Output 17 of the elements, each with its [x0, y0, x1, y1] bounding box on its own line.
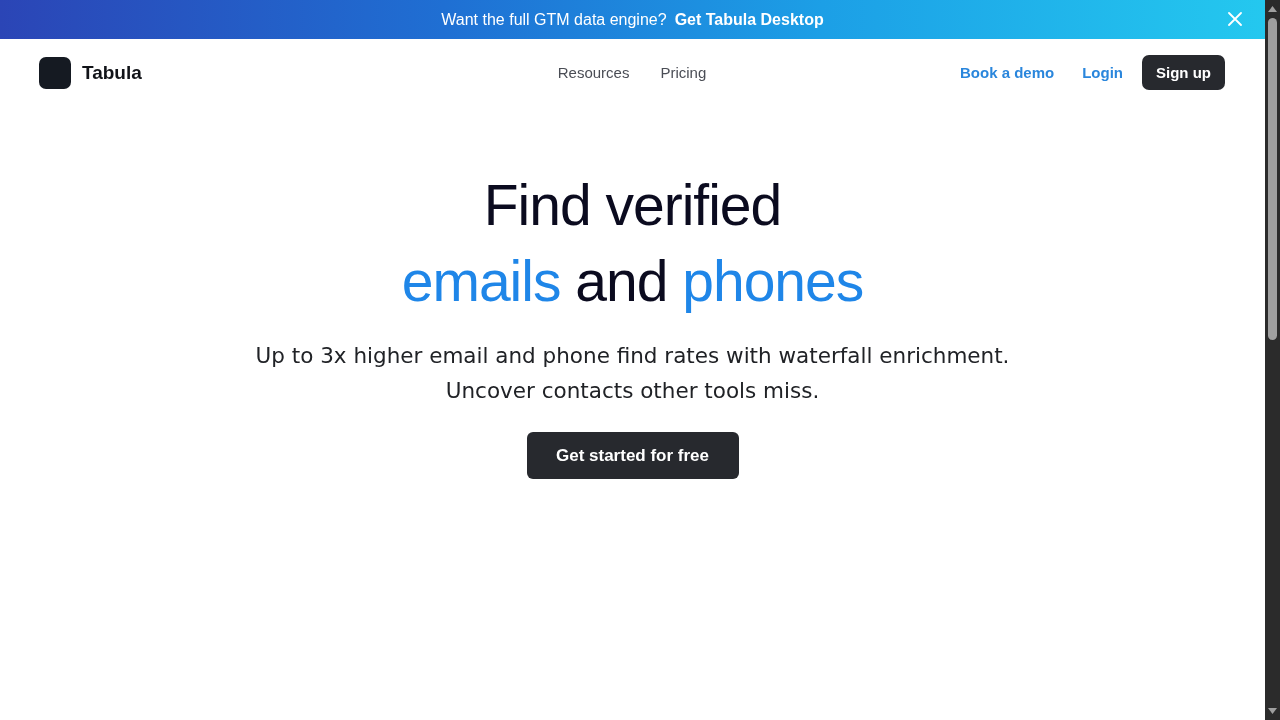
nav-link[interactable]: Book a demo	[960, 64, 1055, 81]
nav-link[interactable]: Resources	[557, 64, 630, 81]
brand-name[interactable]: Tabula	[82, 61, 142, 84]
scrollbar-thumb[interactable]	[1268, 18, 1277, 340]
banner-text: Want the full GTM data engine?	[441, 10, 667, 29]
arrow-up-icon[interactable]	[1268, 6, 1277, 12]
get-started-button[interactable]: Get started for free	[526, 432, 739, 479]
scrollbar[interactable]	[1265, 0, 1280, 720]
hero-heading: Find verified emails and phones	[401, 172, 864, 315]
close-icon	[1228, 12, 1242, 26]
hero-subtitle: Uncover contacts other tools miss.	[445, 377, 820, 405]
nav-link[interactable]: Login	[1082, 64, 1123, 81]
logo-icon[interactable]	[39, 56, 71, 89]
arrow-down-icon[interactable]	[1268, 708, 1277, 714]
hero-subtitle: Up to 3x higher email and phone find rates with waterfall enrichment.	[255, 342, 1010, 370]
nav-link[interactable]: Pricing	[660, 64, 707, 81]
sign-up-button[interactable]: Sign up	[1142, 55, 1225, 90]
